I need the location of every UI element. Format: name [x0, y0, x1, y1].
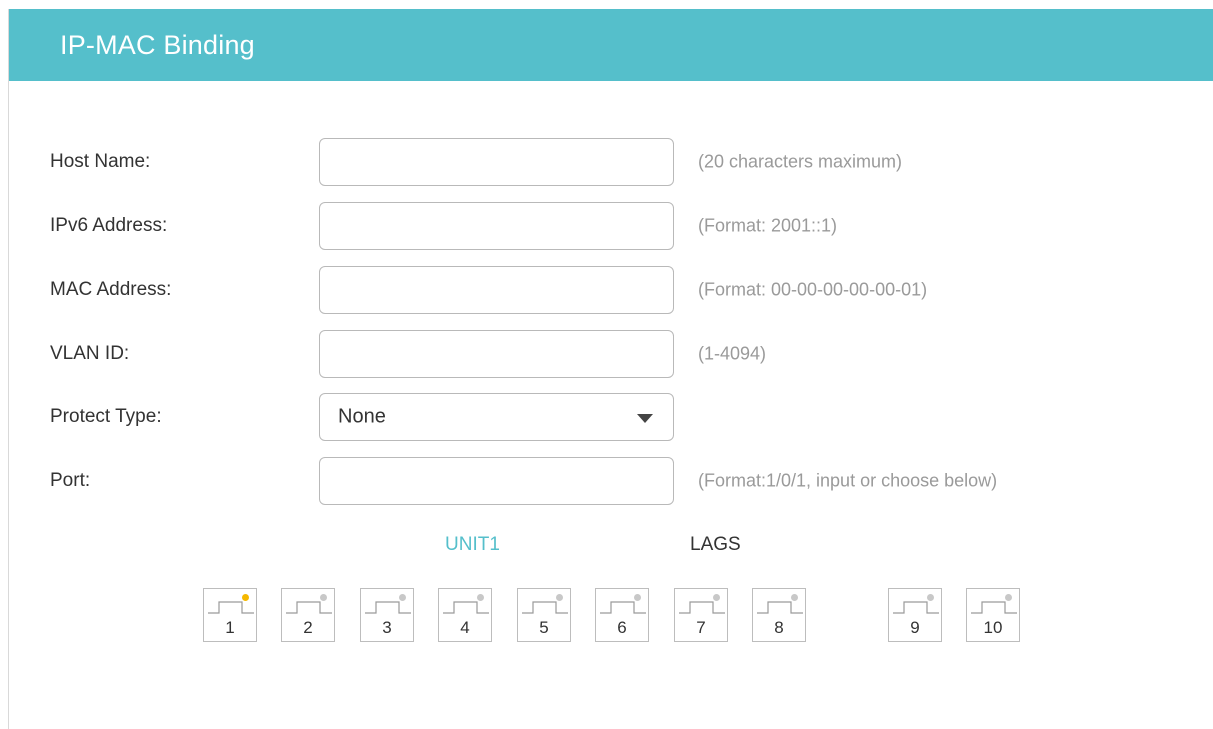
port-number: 1	[225, 618, 235, 637]
protect-type-label: Protect Type:	[50, 406, 162, 427]
mac-address-row: MAC Address: (Format: 00-00-00-00-00-01)	[0, 266, 1200, 314]
host-name-hint: (20 characters maximum)	[698, 151, 903, 172]
port-status-led-icon	[320, 594, 327, 601]
mac-address-hint: (Format: 00-00-00-00-00-01)	[698, 279, 928, 300]
port-5[interactable]: 5	[517, 588, 571, 642]
caret-down-icon	[637, 414, 653, 423]
port-status-led-icon	[556, 594, 563, 601]
port-status-led-icon	[713, 594, 720, 601]
port-number: 6	[617, 618, 627, 637]
port-hint: (Format:1/0/1, input or choose below)	[698, 470, 998, 491]
protect-type-value: None	[338, 405, 386, 428]
port-number: 10	[983, 618, 1003, 637]
port-number: 8	[774, 618, 784, 637]
mac-address-label: MAC Address:	[50, 279, 172, 300]
port-number: 3	[382, 618, 392, 637]
port-status-led-icon	[791, 594, 798, 601]
port-6[interactable]: 6	[595, 588, 649, 642]
port-number: 4	[460, 618, 470, 637]
port-status-led-icon	[477, 594, 484, 601]
vlan-id-input[interactable]	[319, 330, 674, 378]
port-tabs: UNIT1 LAGS	[0, 534, 1200, 564]
tab-unit1[interactable]: UNIT1	[445, 534, 500, 556]
ipv6-address-row: IPv6 Address: (Format: 2001::1)	[0, 202, 1200, 250]
panel-header: IP-MAC Binding	[9, 9, 1213, 81]
port-status-led-icon	[1005, 594, 1012, 601]
port-label: Port:	[50, 470, 91, 491]
protect-type-select[interactable]: None	[319, 393, 674, 441]
port-7[interactable]: 7	[674, 588, 728, 642]
mac-address-input[interactable]	[319, 266, 674, 314]
port-input[interactable]	[319, 457, 674, 505]
vlan-id-row: VLAN ID: (1-4094)	[0, 330, 1200, 378]
port-number: 2	[303, 618, 313, 637]
port-status-led-icon	[927, 594, 934, 601]
port-8[interactable]: 8	[752, 588, 806, 642]
port-9[interactable]: 9	[888, 588, 942, 642]
ipv6-address-input[interactable]	[319, 202, 674, 250]
ipv6-address-label: IPv6 Address:	[50, 215, 168, 236]
vlan-id-label: VLAN ID:	[50, 343, 130, 364]
port-2[interactable]: 2	[281, 588, 335, 642]
port-10[interactable]: 10	[966, 588, 1020, 642]
port-row: Port: (Format:1/0/1, input or choose bel…	[0, 457, 1200, 505]
port-3[interactable]: 3	[360, 588, 414, 642]
host-name-row: Host Name: (20 characters maximum)	[0, 138, 1200, 186]
port-status-led-icon	[242, 594, 249, 601]
host-name-input[interactable]	[319, 138, 674, 186]
tab-lags[interactable]: LAGS	[690, 534, 741, 556]
port-number: 9	[910, 618, 920, 637]
protect-type-row: Protect Type: None	[0, 393, 1200, 441]
port-status-led-icon	[634, 594, 641, 601]
page-title: IP-MAC Binding	[60, 29, 255, 60]
port-4[interactable]: 4	[438, 588, 492, 642]
port-status-led-icon	[399, 594, 406, 601]
host-name-label: Host Name:	[50, 151, 151, 172]
port-number: 5	[539, 618, 549, 637]
port-1[interactable]: 1	[203, 588, 257, 642]
vlan-id-hint: (1-4094)	[698, 343, 767, 364]
port-number: 7	[696, 618, 706, 637]
ipv6-address-hint: (Format: 2001::1)	[698, 215, 838, 236]
